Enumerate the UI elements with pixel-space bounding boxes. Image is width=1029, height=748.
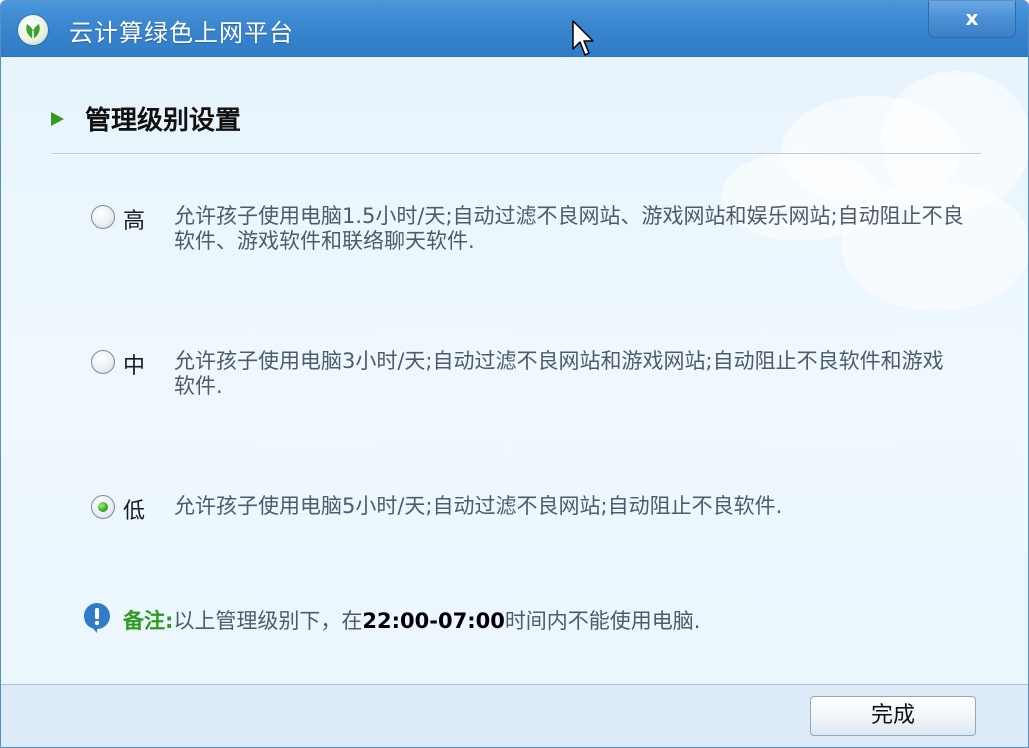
divider bbox=[51, 153, 981, 154]
radio-high[interactable] bbox=[91, 205, 115, 229]
section-title: 管理级别设置 bbox=[85, 106, 242, 136]
option-desc-medium: 允许孩子使用电脑3小时/天;自动过滤不良网站和游戏网站;自动阻止不良软件和游戏软… bbox=[174, 349, 944, 398]
window-title: 云计算绿色上网平台 bbox=[69, 19, 294, 47]
radio-low[interactable] bbox=[91, 495, 115, 519]
option-label-high[interactable]: 高 bbox=[123, 203, 145, 235]
option-desc-high: 允许孩子使用电脑1.5小时/天;自动过滤不良网站、游戏网站和娱乐网站;自动阻止不… bbox=[174, 204, 964, 253]
option-label-medium[interactable]: 中 bbox=[123, 348, 145, 380]
note-text: 备注:以上管理级别下，在22:00-07:00时间内不能使用电脑. bbox=[123, 605, 701, 635]
info-icon bbox=[83, 602, 111, 638]
option-desc-low: 允许孩子使用电脑5小时/天;自动过滤不良网站;自动阻止不良软件. bbox=[174, 494, 783, 518]
note-time: 22:00-07:00 bbox=[362, 609, 505, 633]
radio-selected-dot bbox=[98, 502, 108, 512]
dialog-window: 云计算绿色上网平台 x 管理级别设置 高 允许孩子使用电脑1.5小时/天;自动过… bbox=[0, 0, 1029, 748]
close-button[interactable]: x bbox=[928, 1, 1016, 38]
note-label: 备注: bbox=[123, 609, 174, 633]
mouse-cursor-icon bbox=[572, 20, 594, 64]
note-text-after: 时间内不能使用电脑. bbox=[504, 609, 701, 633]
note-text-before: 以上管理级别下，在 bbox=[173, 609, 363, 633]
green-arrow-icon bbox=[51, 112, 64, 126]
title-bar[interactable]: 云计算绿色上网平台 x bbox=[1, 1, 1028, 57]
radio-medium[interactable] bbox=[91, 350, 115, 374]
done-button[interactable]: 完成 bbox=[810, 696, 976, 736]
green-leaf-logo-icon bbox=[18, 15, 48, 45]
option-label-low[interactable]: 低 bbox=[123, 493, 145, 525]
bottom-bar: 完成 bbox=[1, 684, 1028, 747]
